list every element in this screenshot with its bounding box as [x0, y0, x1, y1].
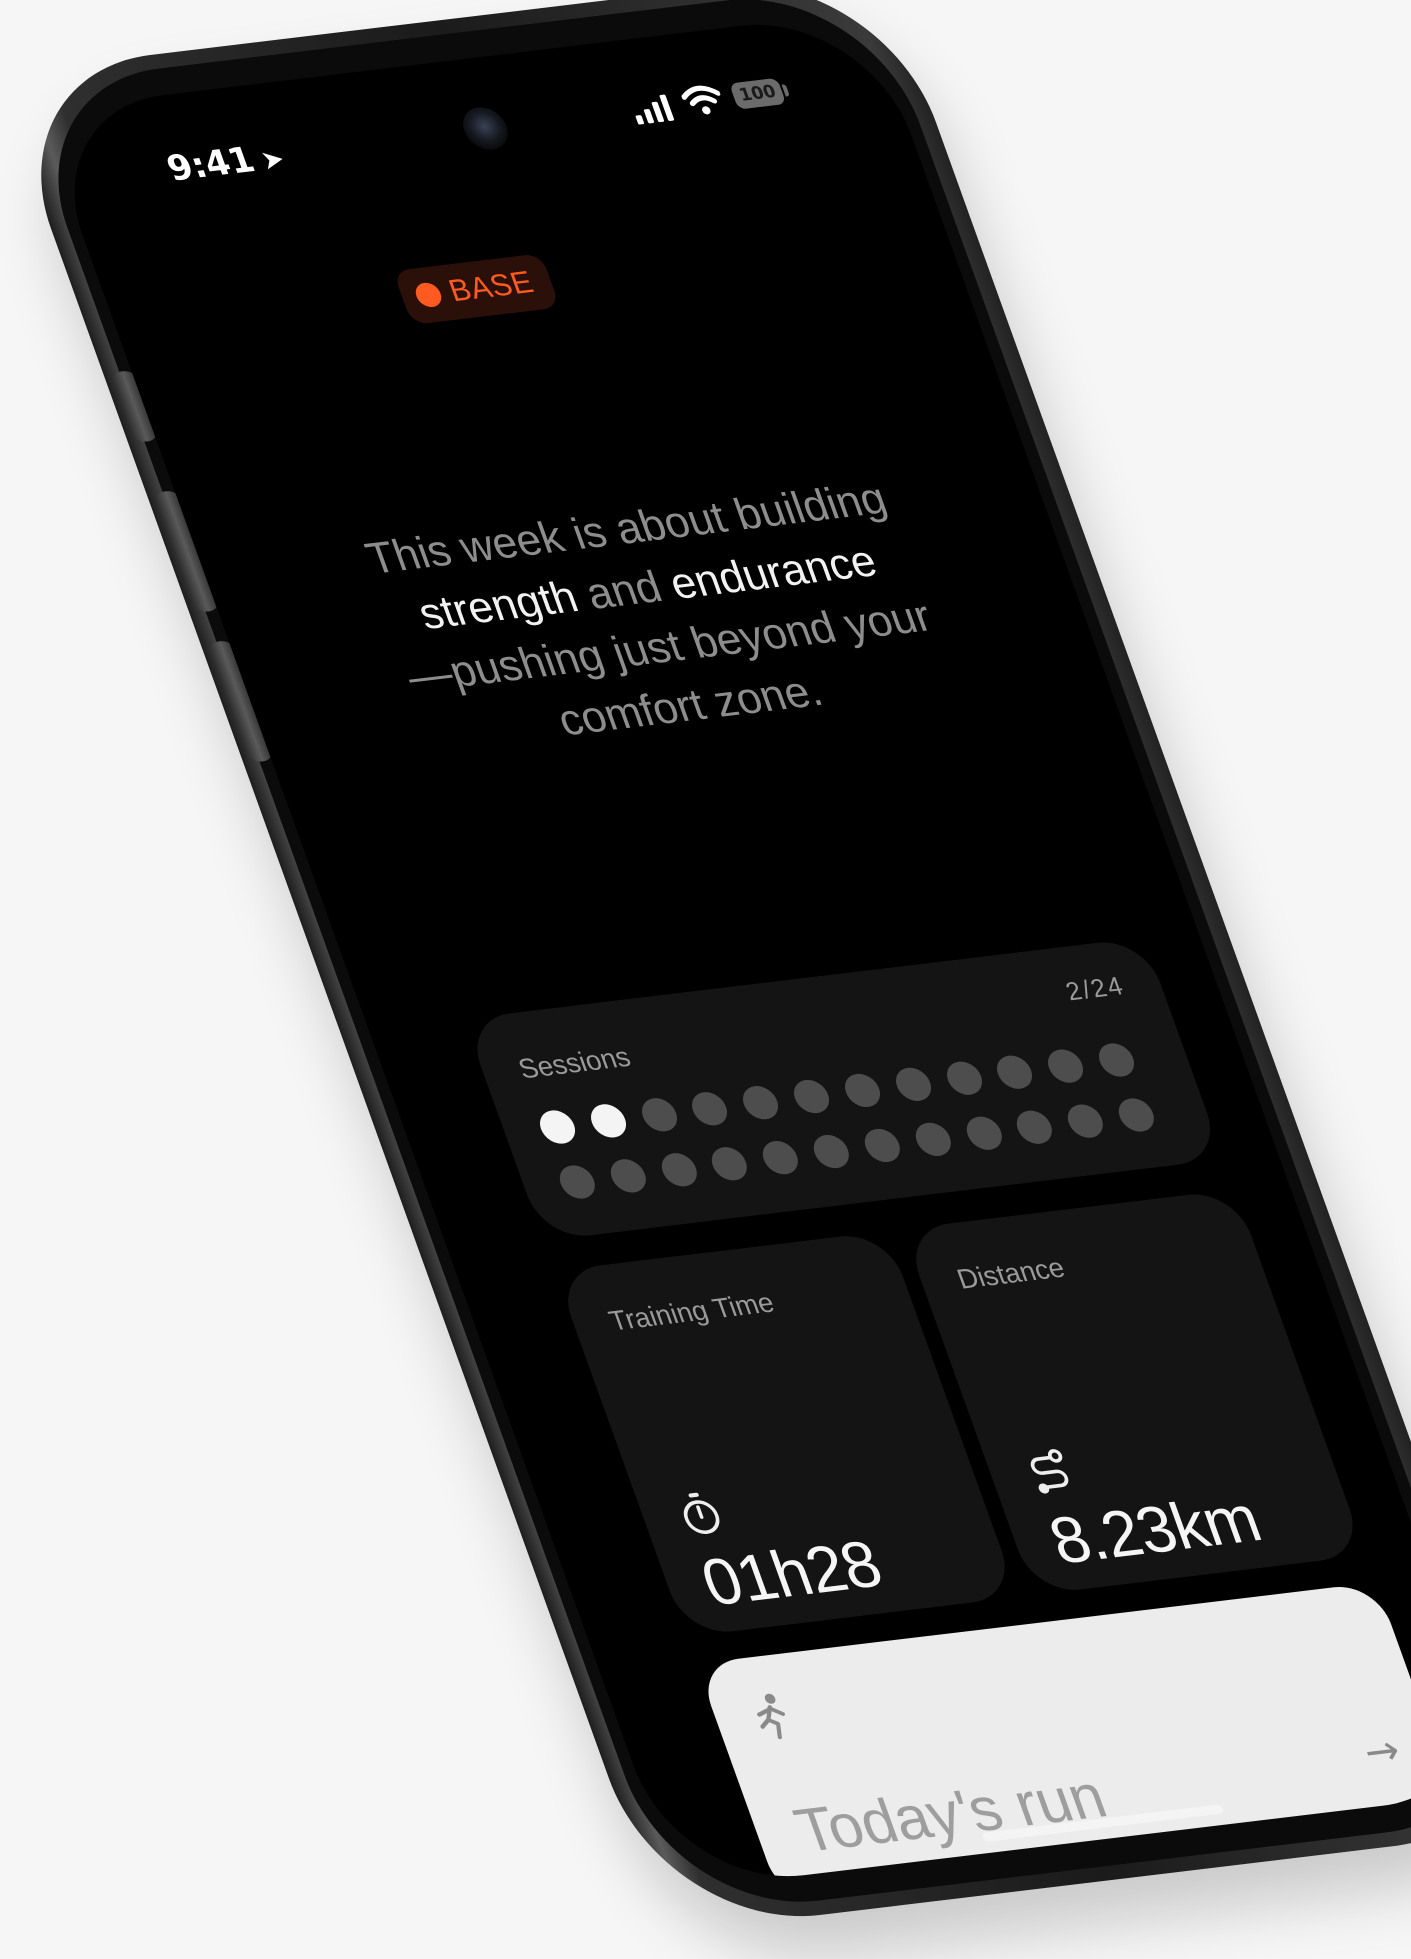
wifi-icon	[681, 85, 721, 115]
session-dot-pending	[1114, 1096, 1159, 1134]
phase-badge[interactable]: BASE	[392, 253, 561, 326]
phone-screen: 9:41➤ 100 BASE This week is about buildi…	[37, 10, 1411, 1891]
stopwatch-icon	[683, 1492, 720, 1534]
stage: 9:41➤ 100 BASE This week is about buildi…	[0, 0, 1411, 1959]
phase-dot-icon	[412, 281, 445, 309]
location-arrow-icon: ➤	[256, 143, 290, 177]
session-dot-pending	[789, 1078, 835, 1116]
session-dot-pending	[1063, 1102, 1109, 1140]
session-dot-pending	[1012, 1108, 1058, 1146]
sessions-label: Sessions	[514, 1041, 635, 1085]
cellular-signal-icon	[635, 94, 675, 125]
arrow-right-icon: →	[1356, 1726, 1407, 1777]
session-dot-pending	[605, 1157, 651, 1195]
session-dot-pending	[687, 1090, 733, 1128]
session-dot-pending	[992, 1053, 1038, 1091]
session-dot-pending	[1043, 1047, 1089, 1085]
tagline-part-2: and	[567, 560, 681, 621]
session-dot-pending	[809, 1133, 854, 1171]
route-icon	[1030, 1449, 1069, 1494]
tagline-highlight-strength: strength	[411, 572, 585, 640]
training-time-label: Training Time	[604, 1287, 779, 1337]
distance-label: Distance	[952, 1252, 1069, 1295]
battery-indicator: 100	[729, 77, 787, 110]
session-dot-pending	[961, 1114, 1007, 1152]
tagline-highlight-endurance: endurance	[662, 536, 884, 609]
distance-value: 8.23km	[1039, 1481, 1270, 1578]
session-dot-pending	[840, 1071, 885, 1109]
session-dot-pending	[941, 1059, 987, 1097]
training-time-value: 01h28	[691, 1526, 891, 1620]
session-dot-pending	[1094, 1041, 1140, 1079]
session-dot-pending	[707, 1145, 753, 1183]
phone-device: 9:41➤ 100 BASE This week is about buildi…	[0, 0, 1411, 1959]
session-dot-pending	[859, 1126, 905, 1164]
session-dot-completed	[585, 1102, 631, 1140]
front-camera	[456, 104, 514, 152]
runner-icon	[757, 1693, 786, 1740]
session-dot-pending	[890, 1065, 936, 1103]
phase-label: BASE	[444, 265, 539, 309]
session-dot-pending	[738, 1084, 784, 1122]
session-dot-pending	[554, 1163, 600, 1201]
session-dot-pending	[910, 1120, 956, 1158]
session-dot-completed	[535, 1108, 580, 1146]
sessions-card[interactable]: Sessions 2/24	[463, 937, 1224, 1241]
status-time: 9:41➤	[161, 136, 290, 190]
session-dot-pending	[656, 1151, 702, 1189]
session-dot-pending	[636, 1096, 682, 1134]
session-dot-pending	[758, 1139, 804, 1177]
status-time-text: 9:41	[161, 139, 261, 190]
sessions-count: 2/24	[1061, 971, 1129, 1007]
weekly-tagline: This week is about building strength and…	[316, 464, 1001, 772]
